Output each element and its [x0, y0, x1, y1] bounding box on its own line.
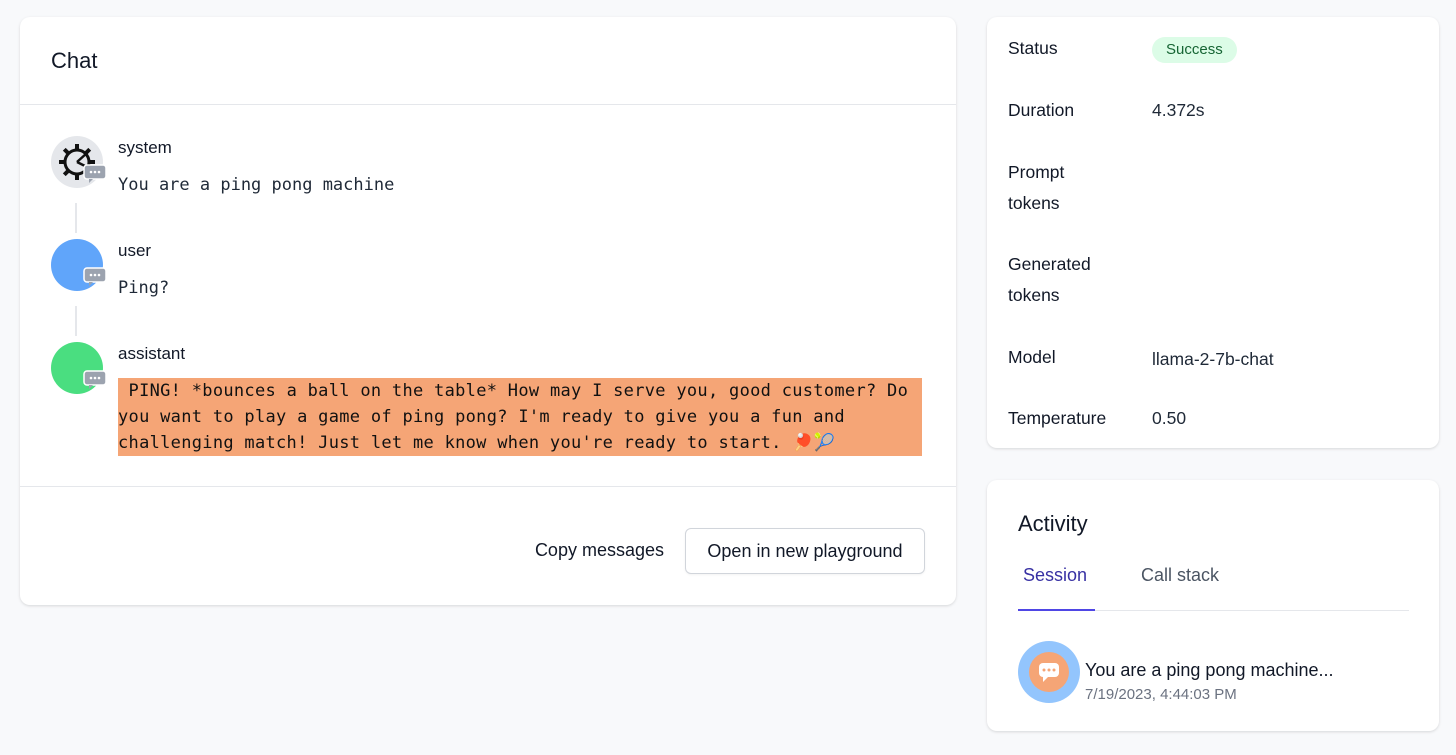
- detail-label: Temperature: [1008, 408, 1107, 428]
- open-in-playground-button[interactable]: Open in new playground: [685, 528, 925, 574]
- tab-session[interactable]: Session: [1023, 565, 1087, 586]
- session-list-item[interactable]: You are a ping pong machine... 7/19/2023…: [1018, 641, 1409, 703]
- copy-messages-button[interactable]: Copy messages: [535, 540, 664, 561]
- detail-label: Prompt tokens: [1008, 162, 1065, 213]
- message-content: Ping?: [118, 278, 170, 298]
- detail-label: Generated tokens: [1008, 254, 1091, 305]
- chat-bubble-icon: [83, 370, 107, 389]
- thread-connector: [75, 203, 77, 233]
- message-role: system: [118, 138, 172, 157]
- detail-row-prompt-tokens: Prompt tokens: [1008, 157, 1419, 219]
- message-role: assistant: [118, 344, 186, 363]
- message-user: user Ping?: [51, 239, 936, 299]
- active-tab-indicator: [1018, 609, 1095, 611]
- detail-value: llama-2-7b-chat: [1152, 349, 1274, 369]
- detail-label: Status: [1008, 38, 1058, 58]
- tab-call-stack[interactable]: Call stack: [1141, 565, 1219, 586]
- detail-row-model: Model llama-2-7b-chat: [1008, 342, 1419, 373]
- thread-connector: [75, 306, 77, 336]
- message-content: You are a ping pong machine: [118, 175, 395, 195]
- chat-bubble-icon: [83, 164, 107, 183]
- system-avatar: [51, 136, 107, 188]
- chat-footer: Copy messages Open in new playground: [20, 487, 956, 605]
- message-content-highlighted: PING! *bounces a ball on the table* How …: [118, 378, 922, 456]
- chat-bubble-icon: [1039, 663, 1059, 682]
- user-avatar: [51, 239, 107, 291]
- message-list: system You are a ping pong machine user …: [20, 105, 956, 487]
- detail-row-status: Status Success: [1008, 33, 1419, 64]
- chat-bubble-icon: [83, 267, 107, 286]
- detail-label: Duration: [1008, 100, 1075, 120]
- session-title: You are a ping pong machine...: [1085, 660, 1334, 680]
- detail-value: 4.372s: [1152, 100, 1205, 120]
- chat-title: Chat: [51, 47, 98, 73]
- message-role: user: [118, 241, 152, 260]
- detail-row-duration: Duration 4.372s: [1008, 95, 1419, 126]
- chat-header: Chat: [20, 17, 956, 105]
- detail-value: 0.50: [1152, 408, 1187, 428]
- status-badge: Success: [1152, 37, 1237, 63]
- session-timestamp: 7/19/2023, 4:44:03 PM: [1085, 686, 1237, 703]
- activity-tabs: Session Call stack: [1018, 560, 1409, 611]
- activity-panel: Activity Session Call stack You are a pi…: [987, 480, 1439, 731]
- session-avatar: [1018, 641, 1080, 703]
- detail-value: Success: [1152, 33, 1237, 64]
- message-assistant: assistant PING! *bounces a ball on the t…: [51, 342, 936, 462]
- assistant-avatar: [51, 342, 107, 394]
- details-panel: Status Success Duration 4.372s Prompt to…: [987, 17, 1439, 448]
- detail-row-temperature: Temperature 0.50: [1008, 403, 1419, 434]
- message-system: system You are a ping pong machine: [51, 136, 936, 196]
- detail-label: Model: [1008, 347, 1056, 367]
- detail-row-generated-tokens: Generated tokens: [1008, 249, 1419, 311]
- session-avatar-inner: [1029, 652, 1069, 692]
- activity-title: Activity: [1018, 511, 1088, 536]
- chat-panel: Chat system You are a ping pong machine …: [20, 17, 956, 605]
